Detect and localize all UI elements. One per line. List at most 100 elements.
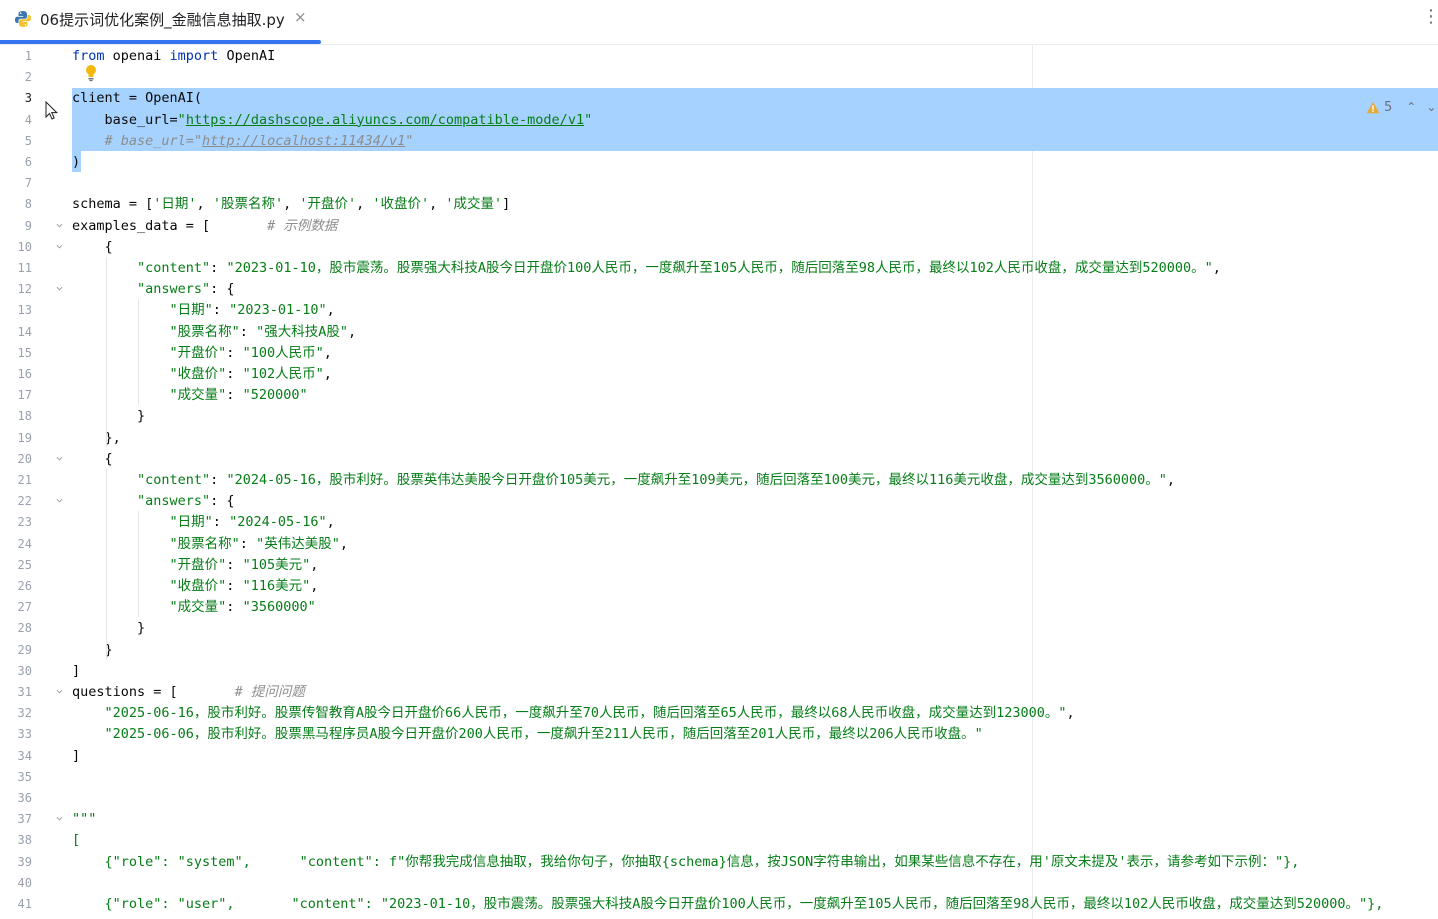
code-line[interactable]: 19 }, [0, 428, 1438, 449]
fold-chevron-icon[interactable] [56, 688, 63, 695]
code-line[interactable]: 32 "2025-06-16，股市利好。股票传智教育A股今日开盘价66人民币，一… [0, 703, 1438, 724]
string-token: [ [72, 832, 81, 849]
code-line[interactable]: 40 [0, 873, 1438, 894]
code-editor[interactable]: 1 from openai import OpenAI 2 3 client = Ope… [0, 45, 1438, 919]
code-line[interactable]: 26 "收盘价": "116美元", [0, 576, 1438, 597]
code-line[interactable]: 20 { [0, 449, 1438, 470]
line-number: 39 [17, 854, 32, 869]
code-token: : { [210, 281, 235, 298]
code-token: , [339, 535, 348, 552]
code-text: base_url="https://dashscope.aliyuncs.com… [72, 110, 593, 131]
code-line[interactable]: 28 } [0, 618, 1438, 639]
code-line[interactable]: 2 [0, 67, 1438, 88]
code-line[interactable]: 16 "收盘价": "102人民币", [0, 364, 1438, 385]
code-line[interactable]: 15 "开盘价": "100人民币", [0, 343, 1438, 364]
code-line[interactable]: 30] [0, 661, 1438, 682]
fold-chevron-icon[interactable] [56, 222, 63, 229]
code-line[interactable]: 34] [0, 746, 1438, 767]
url-link[interactable]: http://localhost:11434/v1 [202, 133, 405, 149]
fold-chevron-icon[interactable] [56, 285, 63, 292]
code-line[interactable]: 31 questions = [ # 提问问题 [0, 682, 1438, 703]
warning-icon [1366, 101, 1380, 113]
warning-count: 5 [1384, 99, 1393, 115]
code-line[interactable]: 25 "开盘价": "105美元", [0, 555, 1438, 576]
code-token: OpenAI [218, 48, 276, 64]
code-line[interactable]: 13 "日期": "2023-01-10", [0, 300, 1438, 321]
code-line[interactable]: 12 "answers": { [0, 279, 1438, 300]
close-icon[interactable]: × [294, 8, 307, 26]
code-line[interactable]: 18 } [0, 406, 1438, 427]
code-line[interactable]: 38 [ [0, 830, 1438, 851]
code-line[interactable]: 27 "成交量": "3560000" [0, 597, 1438, 618]
code-token: , [326, 514, 335, 531]
code-line[interactable]: 22 "answers": { [0, 491, 1438, 512]
url-link[interactable]: https://dashscope.aliyuncs.com/compatibl… [186, 112, 584, 128]
indent-guide [106, 469, 107, 659]
code-line[interactable]: 24 "股票名称": "英伟达美股", [0, 534, 1438, 555]
code-line[interactable]: 37 """ [0, 809, 1438, 830]
code-line[interactable]: 35 [0, 767, 1438, 788]
code-token: examples_data = [ [72, 217, 268, 234]
code-text: ) [72, 152, 80, 173]
code-text: schema = ['日期', '股票名称', '开盘价', '收盘价', '成… [72, 194, 510, 215]
code-line[interactable]: 6) [0, 152, 1438, 173]
code-token: : [226, 556, 243, 573]
string-token: "收盘价" [72, 578, 227, 594]
string-token: "102人民币" [242, 366, 324, 382]
fold-chevron-icon[interactable] [56, 243, 63, 250]
code-line[interactable]: 36 [0, 788, 1438, 809]
chevron-up-icon[interactable]: ⌃ [1406, 100, 1416, 114]
chevron-down-icon[interactable]: ⌄ [1426, 100, 1436, 114]
code-token: questions = [ [72, 684, 235, 700]
code-line[interactable]: 14 "股票名称": "强大科技A股", [0, 322, 1438, 343]
code-line[interactable]: 5 # base_url="http://localhost:11434/v1" [0, 131, 1438, 152]
fold-chevron-icon[interactable] [56, 815, 63, 822]
code-text: { [72, 449, 113, 470]
code-line[interactable]: 7 [0, 173, 1438, 194]
code-line[interactable]: 41 {"role": "user", "content": "2023-01-… [0, 894, 1438, 915]
code-line[interactable]: 11 "content": "2023-01-10，股市震荡。股票强大科技A股今… [0, 258, 1438, 279]
line-number: 31 [17, 685, 32, 699]
code-line[interactable]: 33 "2025-06-06，股市利好。股票黑马程序员A股今日开盘价200人民币… [0, 724, 1438, 745]
code-token: } [72, 408, 146, 425]
code-line[interactable]: 29 } [0, 640, 1438, 661]
fold-chevron-icon[interactable] [56, 497, 63, 504]
mouse-cursor-icon [45, 101, 59, 120]
code-text: "answers": { [72, 491, 235, 512]
code-line[interactable]: 17 "成交量": "520000" [0, 385, 1438, 406]
code-text: "2025-06-06，股市利好。股票黑马程序员A股今日开盘价200人民币，一度… [72, 724, 983, 745]
code-line[interactable]: 9 examples_data = [ # 示例数据 [0, 216, 1438, 237]
line-number: 4 [24, 112, 32, 127]
code-line[interactable]: 4 base_url="https://dashscope.aliyuncs.c… [0, 110, 1438, 131]
code-line[interactable]: 1 from openai import OpenAI [0, 46, 1438, 67]
code-text: "answers": { [72, 279, 235, 300]
code-line[interactable]: 8 schema = ['日期', '股票名称', '开盘价', '收盘价', '… [0, 194, 1438, 215]
lightbulb-icon[interactable] [84, 64, 98, 82]
string-token: "日期" [72, 514, 213, 531]
code-token: , [283, 196, 300, 213]
code-line[interactable]: 3 client = OpenAI( [0, 88, 1438, 109]
more-options-icon[interactable]: ⋮ [1422, 8, 1438, 26]
code-token: openai [104, 48, 170, 64]
code-text: "股票名称": "强大科技A股", [72, 322, 357, 343]
editor-tab[interactable]: 06提示词优化案例_金融信息抽取.py × [0, 0, 321, 44]
string-token: "英伟达美股" [256, 535, 340, 552]
code-token: : [212, 302, 230, 319]
string-token: {"role": "user", "content": "2023-01-10，… [72, 896, 1384, 912]
line-number: 35 [17, 769, 32, 784]
line-number: 38 [17, 833, 32, 848]
code-line[interactable]: 10 { [0, 237, 1438, 258]
tab-bar: 06提示词优化案例_金融信息抽取.py × ⋮ [0, 0, 1438, 45]
line-number: 19 [17, 430, 32, 445]
line-number: 5 [24, 133, 32, 148]
code-line[interactable]: 39 {"role": "system", "content": f"你帮我完成… [0, 852, 1438, 873]
line-number: 25 [17, 557, 32, 572]
string-token: "成交量" [72, 387, 227, 404]
fold-chevron-icon[interactable] [56, 455, 63, 462]
code-line[interactable]: 23 "日期": "2024-05-16", [0, 512, 1438, 533]
line-number: 7 [24, 176, 32, 191]
inspection-widget[interactable]: 5 ⌃ ⌄ [1366, 97, 1438, 117]
code-line[interactable]: 21 "content": "2024-05-16，股市利好。股票英伟达美股今日… [0, 470, 1438, 491]
string-token: '收盘价' [372, 196, 430, 213]
line-number: 30 [17, 663, 32, 678]
